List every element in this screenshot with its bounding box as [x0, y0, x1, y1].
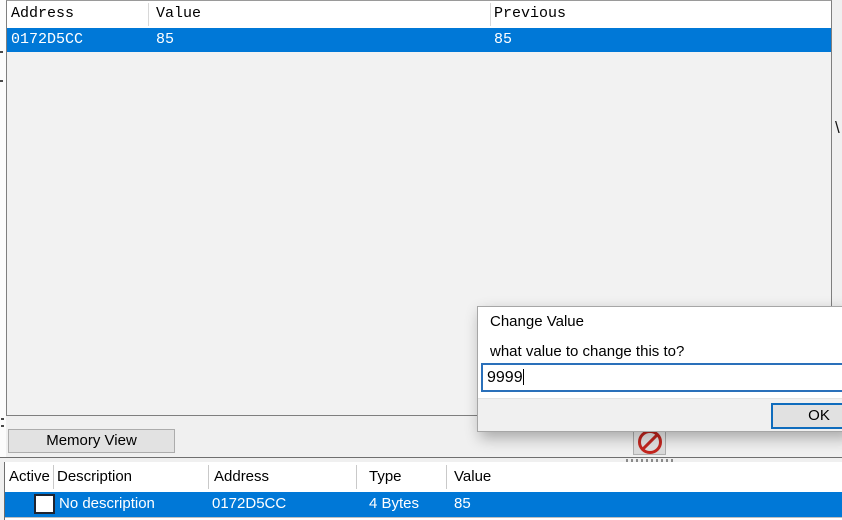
- clipped-edge-glyph: \: [835, 118, 840, 138]
- column-header-description[interactable]: Description: [57, 468, 132, 485]
- row-type: 4 Bytes: [369, 495, 419, 512]
- memory-view-button[interactable]: Memory View: [8, 429, 175, 453]
- scan-row-value: 85: [156, 31, 174, 48]
- ok-button[interactable]: OK: [771, 403, 842, 429]
- column-header-previous[interactable]: Previous: [494, 5, 566, 22]
- row-address: 0172D5CC: [212, 495, 286, 512]
- scan-results-header: Address Value Previous: [7, 1, 831, 29]
- active-checkbox[interactable]: [34, 494, 55, 514]
- address-list-table: Active Description Address Type Value No…: [4, 462, 842, 520]
- column-header-type[interactable]: Type: [369, 468, 402, 485]
- column-header-value[interactable]: Value: [156, 5, 201, 22]
- value-input-text: 9999: [487, 369, 523, 386]
- cheat-engine-window: Address Value Previous 0172D5CC 85 85 \ …: [0, 0, 842, 520]
- scan-row-address: 0172D5CC: [11, 31, 83, 48]
- address-list-row-selected[interactable]: No description 0172D5CC 4 Bytes 85: [5, 492, 842, 517]
- column-header-value[interactable]: Value: [454, 468, 491, 485]
- scan-result-row-selected[interactable]: 0172D5CC 85 85: [7, 28, 831, 52]
- column-divider[interactable]: [490, 3, 491, 26]
- edge-artifact: [0, 51, 3, 53]
- column-divider[interactable]: [356, 465, 357, 489]
- row-value: 85: [454, 495, 471, 512]
- edge-artifact: [1, 425, 4, 427]
- dialog-title: Change Value: [490, 313, 584, 330]
- edge-artifact: [0, 80, 3, 82]
- text-caret: [523, 369, 525, 385]
- column-header-address[interactable]: Address: [11, 5, 74, 22]
- change-value-dialog: Change Value what value to change this t…: [477, 306, 842, 432]
- edge-artifact: [1, 418, 4, 420]
- scan-row-previous: 85: [494, 31, 512, 48]
- column-divider[interactable]: [208, 465, 209, 489]
- column-divider[interactable]: [148, 3, 149, 26]
- column-divider[interactable]: [446, 465, 447, 489]
- column-header-active[interactable]: Active: [9, 468, 50, 485]
- row-description: No description: [59, 495, 155, 512]
- panel-divider: [0, 457, 842, 458]
- value-input[interactable]: 9999: [481, 363, 842, 392]
- column-divider[interactable]: [53, 465, 54, 489]
- column-header-address[interactable]: Address: [214, 468, 269, 485]
- dialog-prompt: what value to change this to?: [490, 343, 684, 360]
- row-divider: [5, 517, 842, 518]
- address-list-header: Active Description Address Type Value: [5, 462, 842, 492]
